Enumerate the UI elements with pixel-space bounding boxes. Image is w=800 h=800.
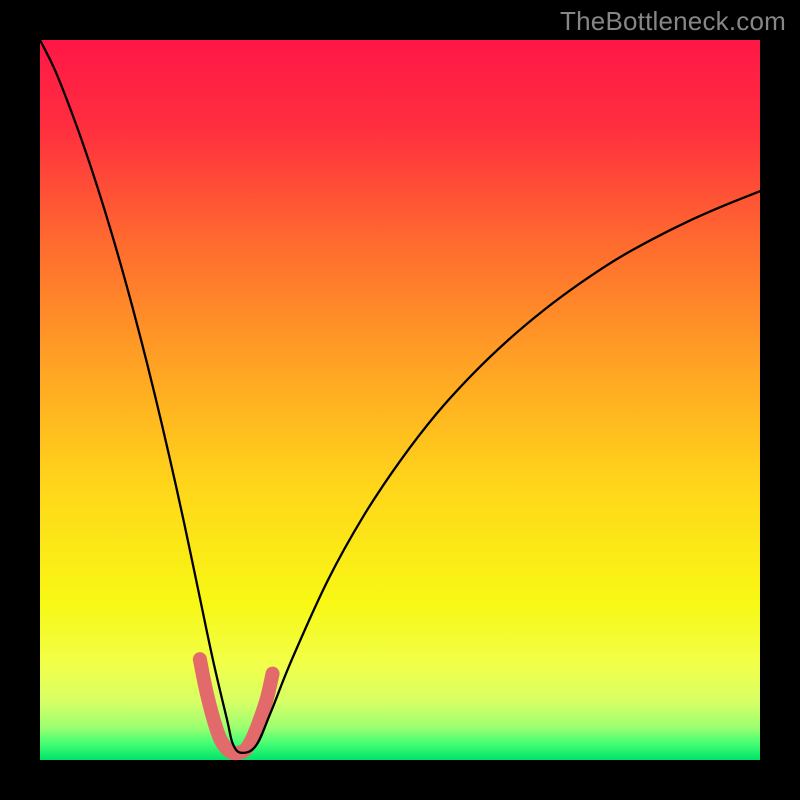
bottleneck-chart: [0, 0, 800, 800]
chart-frame: TheBottleneck.com: [0, 0, 800, 800]
plot-background: [40, 40, 760, 760]
watermark-text: TheBottleneck.com: [560, 6, 786, 37]
